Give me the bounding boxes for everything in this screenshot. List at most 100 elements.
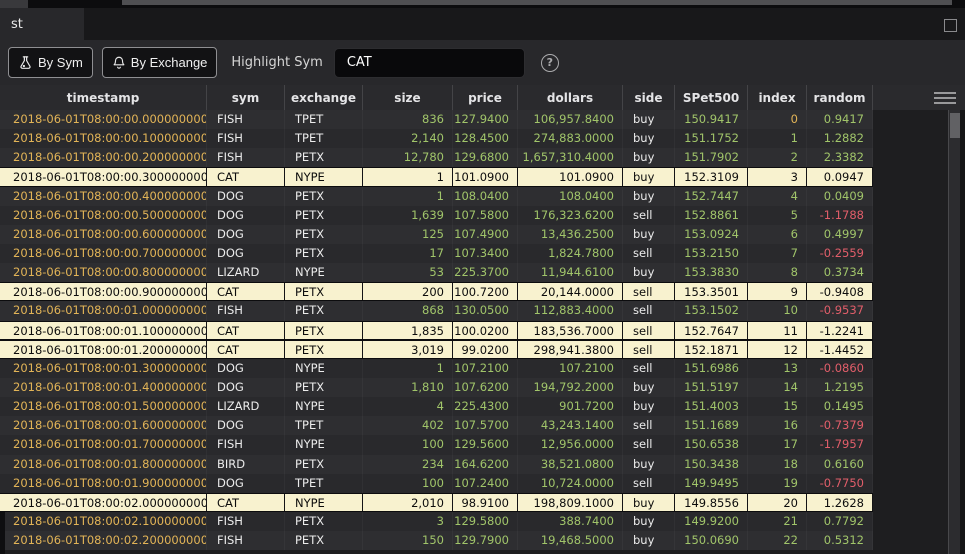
- cell-size: 402: [363, 416, 453, 435]
- table-row[interactable]: 2018-06-01T08:00:00.200000000FISHPETX12,…: [0, 148, 873, 167]
- cell-sym: DOG: [207, 225, 285, 244]
- cell-random: 0.9417: [807, 110, 873, 129]
- cell-side: sell: [623, 435, 675, 454]
- cell-SPet500: 152.3109: [675, 168, 748, 185]
- table-row[interactable]: 2018-06-01T08:00:01.000000000FISHPETX868…: [0, 301, 873, 320]
- scrollbar-thumb[interactable]: [950, 113, 960, 138]
- window-right-edge: [960, 110, 965, 554]
- cell-random: 2.3382: [807, 148, 873, 167]
- cell-exchange: PETX: [285, 512, 363, 531]
- cell-index: 0: [748, 110, 807, 129]
- cell-price: 164.6200: [453, 455, 518, 474]
- table-row[interactable]: 2018-06-01T08:00:01.300000000DOGNYPE1107…: [0, 359, 873, 378]
- table-row[interactable]: 2018-06-01T08:00:00.500000000DOGPETX1,63…: [0, 206, 873, 225]
- by-exchange-button[interactable]: By Exchange: [102, 47, 218, 78]
- highlight-sym-input[interactable]: [334, 48, 525, 78]
- cell-SPet500: 149.9495: [675, 474, 748, 493]
- cell-index: 18: [748, 455, 807, 474]
- cell-sym: BIRD: [207, 455, 285, 474]
- help-icon[interactable]: ?: [541, 54, 559, 72]
- cell-index: 14: [748, 378, 807, 397]
- cell-exchange: NYPE: [285, 168, 363, 185]
- table-row[interactable]: 2018-06-01T08:00:00.100000000FISHTPET2,1…: [0, 129, 873, 148]
- cell-side: buy: [623, 129, 675, 148]
- cell-dollars: 19,468.5000: [518, 531, 623, 550]
- column-header-size[interactable]: size: [363, 85, 453, 110]
- cell-size: 1: [363, 187, 453, 206]
- table-row[interactable]: 2018-06-01T08:00:01.100000000CATPETX1,83…: [0, 321, 873, 340]
- column-header-SPet500[interactable]: SPet500: [675, 85, 748, 110]
- cell-SPet500: 151.1752: [675, 129, 748, 148]
- table-row[interactable]: 2018-06-01T08:00:00.900000000CATPETX2001…: [0, 282, 873, 301]
- cell-timestamp: 2018-06-01T08:00:00.000000000: [0, 110, 207, 129]
- cell-exchange: TPET: [285, 110, 363, 129]
- table-row[interactable]: 2018-06-01T08:00:00.300000000CATNYPE1101…: [0, 167, 873, 186]
- cell-timestamp: 2018-06-01T08:00:02.200000000: [0, 531, 207, 550]
- cell-price: 129.6800: [453, 148, 518, 167]
- grid-menu-icon[interactable]: [934, 92, 956, 104]
- table-row[interactable]: 2018-06-01T08:00:01.800000000BIRDPETX234…: [0, 455, 873, 474]
- cell-side: buy: [623, 512, 675, 531]
- column-header-random[interactable]: random: [807, 85, 873, 110]
- cell-size: 12,780: [363, 148, 453, 167]
- cell-dollars: 11,944.6100: [518, 263, 623, 282]
- by-sym-label: By Sym: [38, 55, 83, 70]
- cell-random: -1.7957: [807, 435, 873, 454]
- cell-index: 9: [748, 283, 807, 300]
- cell-side: buy: [623, 531, 675, 550]
- cell-side: buy: [623, 110, 675, 129]
- table-row[interactable]: 2018-06-01T08:00:02.000000000CATNYPE2,01…: [0, 493, 873, 512]
- cell-price: 130.0500: [453, 301, 518, 320]
- cell-exchange: PETX: [285, 206, 363, 225]
- table-row[interactable]: 2018-06-01T08:00:00.400000000DOGPETX1108…: [0, 187, 873, 206]
- table-row[interactable]: 2018-06-01T08:00:00.000000000FISHTPET836…: [0, 110, 873, 129]
- float-window-button[interactable]: [941, 16, 959, 34]
- tab-st[interactable]: st: [0, 8, 84, 40]
- cell-timestamp: 2018-06-01T08:00:01.600000000: [0, 416, 207, 435]
- vertical-scrollbar[interactable]: [948, 110, 960, 554]
- cell-timestamp: 2018-06-01T08:00:02.000000000: [0, 494, 207, 511]
- table-row[interactable]: 2018-06-01T08:00:01.600000000DOGTPET4021…: [0, 416, 873, 435]
- cell-random: 0.0947: [807, 168, 873, 185]
- column-header-sym[interactable]: sym: [207, 85, 285, 110]
- cell-dollars: 298,941.3800: [518, 341, 623, 358]
- cell-index: 13: [748, 359, 807, 378]
- column-header-index[interactable]: index: [748, 85, 807, 110]
- cell-exchange: NYPE: [285, 494, 363, 511]
- cell-random: 0.7792: [807, 512, 873, 531]
- column-header-timestamp[interactable]: timestamp: [0, 85, 207, 110]
- bell-icon: [112, 55, 126, 70]
- table-row[interactable]: 2018-06-01T08:00:01.700000000FISHNYPE100…: [0, 435, 873, 454]
- cell-side: sell: [623, 322, 675, 339]
- tab-bar: st: [0, 8, 965, 40]
- column-header-price[interactable]: price: [453, 85, 518, 110]
- cell-SPet500: 150.3438: [675, 455, 748, 474]
- column-header-dollars[interactable]: dollars: [518, 85, 623, 110]
- by-sym-button[interactable]: By Sym: [8, 47, 93, 78]
- cell-sym: FISH: [207, 110, 285, 129]
- cell-timestamp: 2018-06-01T08:00:02.100000000: [0, 512, 207, 531]
- column-header-exchange[interactable]: exchange: [285, 85, 363, 110]
- table-row[interactable]: 2018-06-01T08:00:01.200000000CATPETX3,01…: [0, 340, 873, 359]
- table-header: timestampsymexchangesizepricedollarsside…: [0, 85, 965, 110]
- table-row[interactable]: 2018-06-01T08:00:01.400000000DOGPETX1,81…: [0, 378, 873, 397]
- cell-size: 2,010: [363, 494, 453, 511]
- table-row[interactable]: 2018-06-01T08:00:00.700000000DOGPETX1710…: [0, 244, 873, 263]
- cell-exchange: NYPE: [285, 263, 363, 282]
- column-header-side[interactable]: side: [623, 85, 675, 110]
- cell-dollars: 901.7200: [518, 397, 623, 416]
- table-row[interactable]: 2018-06-01T08:00:00.600000000DOGPETX1251…: [0, 225, 873, 244]
- cell-sym: CAT: [207, 341, 285, 358]
- cell-price: 98.9100: [453, 494, 518, 511]
- table-row[interactable]: 2018-06-01T08:00:01.900000000DOGTPET1001…: [0, 474, 873, 493]
- table-row[interactable]: 2018-06-01T08:00:00.800000000LIZARDNYPE5…: [0, 263, 873, 282]
- table-row[interactable]: 2018-06-01T08:00:02.100000000FISHPETX312…: [0, 512, 873, 531]
- cell-sym: DOG: [207, 378, 285, 397]
- cell-random: 0.5312: [807, 531, 873, 550]
- cell-dollars: 10,724.0000: [518, 474, 623, 493]
- cell-dollars: 107.2100: [518, 359, 623, 378]
- cell-size: 53: [363, 263, 453, 282]
- table-row[interactable]: 2018-06-01T08:00:02.200000000FISHPETX150…: [0, 531, 873, 550]
- cell-SPet500: 150.0690: [675, 531, 748, 550]
- table-row[interactable]: 2018-06-01T08:00:01.500000000LIZARDNYPE4…: [0, 397, 873, 416]
